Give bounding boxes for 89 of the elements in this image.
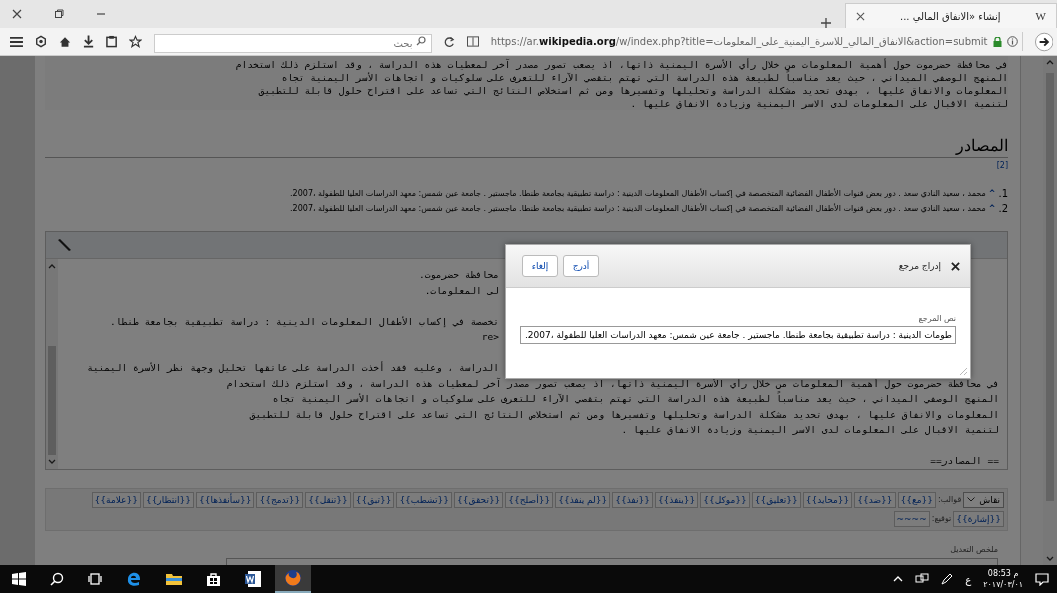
wikitext-line[interactable]: == المصادر==	[930, 455, 999, 466]
template-link[interactable]: {{أصلح}}	[505, 491, 554, 508]
clock[interactable]: 08:53 م ٢٠١٧/٠٣/٠١	[983, 568, 1023, 590]
summary-label: ملخص التعديل	[950, 544, 998, 554]
templates-label: قوالب:	[938, 495, 962, 504]
wikitext-line[interactable]: لى المعلومات.	[424, 284, 499, 296]
download-icon[interactable]	[83, 35, 95, 48]
pencil-icon[interactable]	[56, 238, 72, 252]
clipboard-icon[interactable]	[106, 35, 118, 48]
new-tab-icon[interactable]	[821, 18, 831, 28]
close-icon[interactable]	[856, 11, 865, 21]
info-icon[interactable]	[1006, 36, 1018, 47]
browser-e-icon[interactable]	[126, 571, 142, 587]
wikitext-line[interactable]: الدراسة ، وعليه فقد أخذت الدراسة على عاتقها تحليل وجهة نظر الأسرة اليمنية	[87, 362, 499, 373]
template-link[interactable]: {{تحقق}}	[454, 491, 504, 508]
template-link[interactable]: {{علامة}}	[91, 491, 141, 508]
scrollbar-thumb[interactable]	[48, 345, 56, 455]
scrollbar[interactable]	[46, 259, 58, 469]
task-view-icon[interactable]	[88, 573, 102, 585]
template-link[interactable]: {{ضد}}	[854, 491, 896, 508]
edit-link[interactable]: [2]	[45, 161, 1008, 170]
wikitext-line[interactable]: محافظة حضرموت.	[418, 269, 499, 280]
chevron-up-icon[interactable]	[893, 576, 904, 582]
scroll-down-icon[interactable]	[48, 458, 56, 465]
folder-icon[interactable]	[166, 572, 182, 586]
menu-icon[interactable]	[10, 35, 23, 48]
search-icon[interactable]	[50, 572, 64, 586]
restore-icon[interactable]	[54, 9, 64, 19]
template-link[interactable]: {{سأنفذها}}	[196, 491, 255, 508]
template-link[interactable]: {{انتظار}}	[142, 491, 194, 508]
tab-title: إنشاء «الانفاق المالي ...	[900, 10, 1001, 22]
template-link[interactable]: {{نفذ}}	[612, 491, 653, 508]
shield-icon[interactable]	[34, 35, 47, 48]
backlink[interactable]: ^	[988, 189, 996, 198]
dialog-button[interactable]: إلغاء	[522, 255, 558, 277]
section-heading: المصادر	[45, 136, 1008, 158]
signature-link[interactable]: ~~~~	[893, 510, 930, 527]
backlink[interactable]: ^	[988, 204, 996, 213]
wikitext-line[interactable]: في محافظة حضرموت حول أهمية المعلومات من خلال رأي الأسرة اليمنية ذاتها، اذ يصعب تصور مصدر آخر لمعطيات هذه الدراسة ، وقد استلزم ذلك استخدام	[226, 377, 999, 389]
template-link[interactable]: {{مع}}	[897, 491, 937, 508]
search-field[interactable]: بحث	[154, 34, 432, 53]
scroll-up-icon[interactable]	[1046, 59, 1054, 65]
dialog-button[interactable]: أدرج	[563, 255, 599, 277]
reader-view-icon[interactable]	[466, 36, 479, 47]
windows-start-icon[interactable]	[12, 572, 26, 586]
shopping-bag-icon[interactable]	[206, 571, 221, 587]
wikitext-line[interactable]: تخصصة في إكساب الأطفال المعلومات الدينية : دراسة تطبيقية بجامعة طنطا.	[110, 315, 499, 327]
template-link[interactable]: {{تدمج}}	[256, 491, 304, 508]
dialog-title: إدراج مرجع	[898, 261, 941, 271]
reference-text: محمد ، سعيد النادي سعد . دور بعض قنوات الأطفال الفضائية المتخصصة في إكساب الأطفال المعلومات الدينية : دراسة تطبيقية بجامعة طنطا. ماجستير . جامعة عين شمس: معهد الدراسات العليا للطفولة ،2007.	[290, 189, 986, 198]
pen-icon[interactable]	[941, 573, 954, 585]
wikitext-line[interactable]: لتنمية الاقبال على المعلومات لدى الاسر اليمنية وزيادة الانفاق عليها .	[621, 424, 999, 435]
lock-icon	[992, 36, 1002, 47]
reload-icon[interactable]	[443, 35, 455, 48]
language-indicator[interactable]: ع	[965, 573, 972, 585]
dropdown-caret-icon	[967, 497, 976, 502]
reference-text: محمد ، سعيد النادي سعد . دور بعض قنوات الأطفال الفضائية المتخصصة في إكساب الأطفال المعلومات الدينية : دراسة تطبيقية بجامعة طنطا. ماجستير . جامعة عين شمس: معهد الدراسات العليا للطفولة ،2007.	[290, 204, 986, 213]
fox-globe-icon[interactable]	[284, 569, 302, 587]
field-label: نص المرجع	[918, 314, 956, 323]
template-link[interactable]: {{لم ينفذ}}	[555, 491, 611, 508]
network-icon[interactable]	[915, 573, 930, 585]
home-icon[interactable]	[58, 35, 71, 48]
reference-number: 2.	[998, 203, 1008, 214]
template-link[interactable]: {{تعليق}}	[751, 491, 801, 508]
wikitext-line[interactable]: <re	[481, 331, 499, 342]
template-link[interactable]: {{تبق}}	[352, 491, 395, 508]
scroll-down-icon[interactable]	[1046, 556, 1054, 562]
wikitext-line[interactable]: المنهج الوصفي الميداني ، حيث يعد مناسباً لطبيعة هذه الدراسة التي تهتم بتقصي الآراء للتعرف على سلوكيات و اتجاهات الأسر اليمنية تجاه	[272, 393, 999, 404]
document-w-icon[interactable]	[245, 571, 261, 587]
wikitext-line[interactable]: المعلومات والانفاق عليها ، بهدف تحديد مشكلة الدراسة وتحليلها وتفسيرها ومن ثم استخلاص النتائج التي تساعد على اقتراح حلول قابلة للتطبيق	[249, 408, 999, 420]
template-link[interactable]: {{محايد}}	[802, 491, 853, 508]
notification-icon[interactable]	[1035, 572, 1049, 586]
template-link[interactable]: {{موكل}}	[700, 491, 750, 508]
template-link[interactable]: {{تشطب}}	[396, 491, 453, 508]
reference-number: 1.	[998, 188, 1008, 199]
search-icon	[415, 36, 426, 46]
template-group-select[interactable]: نقاش	[963, 491, 1004, 508]
template-link[interactable]: {{إشارة}}	[953, 510, 1004, 527]
reference-text-field[interactable]: طومات الدينية : دراسة تطبيقية بجامعة طنطا. ماجستير . جامعة عين شمس: معهد الدراسات العليا للطفولة ،2007.	[520, 326, 956, 344]
close-icon[interactable]	[951, 261, 960, 271]
signature-label: توقيع:	[931, 514, 952, 523]
template-link[interactable]: {{ينفذ}}	[654, 491, 699, 508]
scrollbar[interactable]	[1043, 56, 1057, 565]
star-icon[interactable]	[129, 35, 143, 48]
site-icon: W	[1035, 10, 1046, 22]
template-link[interactable]: {{تنقل}}	[305, 491, 351, 508]
scroll-up-icon[interactable]	[48, 263, 56, 269]
resize-grip-icon[interactable]	[958, 366, 968, 376]
close-icon[interactable]	[12, 9, 22, 19]
